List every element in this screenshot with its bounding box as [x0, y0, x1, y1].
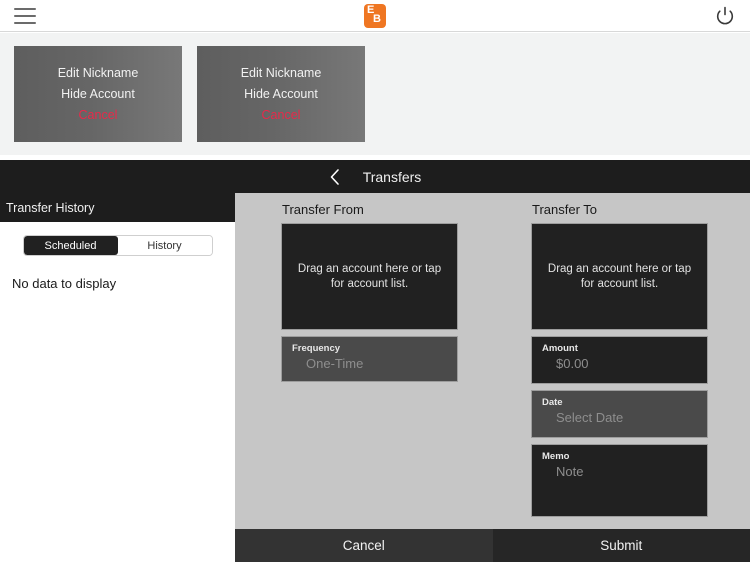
memo-label: Memo	[542, 451, 570, 462]
tab-scheduled[interactable]: Scheduled	[23, 236, 118, 255]
empty-state-message: No data to display	[12, 276, 117, 291]
hamburger-line	[14, 14, 36, 17]
cancel-option[interactable]: Cancel	[79, 108, 118, 122]
cancel-option[interactable]: Cancel	[262, 108, 301, 122]
transfer-from-dropzone-text: Drag an account here or tap for account …	[297, 262, 442, 290]
form-action-bar: Cancel Submit	[235, 529, 750, 562]
edit-nickname-option[interactable]: Edit Nickname	[58, 66, 139, 80]
cancel-button[interactable]: Cancel	[235, 529, 493, 562]
transfer-history-sidebar: Transfer History Scheduled History No da…	[0, 193, 235, 562]
tab-history[interactable]: History	[117, 236, 212, 255]
amount-label: Amount	[542, 343, 578, 354]
sidebar-header: Transfer History	[0, 193, 235, 222]
transfers-nav-bar: Transfers	[0, 160, 750, 193]
transfer-to-column: Transfer To Drag an account here or tap …	[531, 193, 750, 517]
edit-nickname-option[interactable]: Edit Nickname	[241, 66, 322, 80]
transfer-to-dropzone-text: Drag an account here or tap for account …	[547, 262, 692, 290]
amount-field[interactable]: Amount $0.00	[531, 336, 708, 384]
transfer-to-dropzone[interactable]: Drag an account here or tap for account …	[531, 223, 708, 330]
page-title: Transfers	[362, 168, 422, 185]
top-app-bar: E B	[0, 0, 750, 32]
transfer-from-dropzone[interactable]: Drag an account here or tap for account …	[281, 223, 458, 330]
account-card[interactable]: Edit Nickname Hide Account Cancel	[14, 46, 182, 142]
frequency-value: One-Time	[306, 356, 364, 371]
power-icon[interactable]	[714, 5, 736, 27]
transfer-from-column: Transfer From Drag an account here or ta…	[281, 193, 511, 382]
hamburger-line	[14, 21, 36, 24]
memo-field[interactable]: Memo Note	[531, 444, 708, 517]
account-cards-strip: Edit Nickname Hide Account Cancel Edit N…	[0, 33, 750, 155]
date-label: Date	[542, 397, 563, 408]
amount-value: $0.00	[556, 356, 589, 371]
frequency-label: Frequency	[292, 343, 341, 354]
hamburger-menu-icon[interactable]	[14, 7, 36, 24]
transfer-to-title: Transfer To	[532, 202, 598, 217]
logo-letter-b: B	[373, 12, 381, 25]
date-value: Select Date	[556, 410, 624, 425]
transfer-from-title: Transfer From	[282, 202, 364, 217]
memo-value: Note	[556, 464, 584, 479]
submit-button[interactable]: Submit	[492, 529, 750, 562]
app-logo[interactable]: E B	[364, 3, 386, 28]
hide-account-option[interactable]: Hide Account	[61, 87, 135, 101]
account-card[interactable]: Edit Nickname Hide Account Cancel	[197, 46, 365, 142]
hide-account-option[interactable]: Hide Account	[244, 87, 318, 101]
sidebar-title: Transfer History	[6, 200, 95, 215]
back-chevron-icon[interactable]	[329, 168, 341, 186]
transfer-form-panel: Transfer From Drag an account here or ta…	[235, 193, 750, 529]
history-segmented-control[interactable]: Scheduled History	[22, 235, 213, 256]
frequency-field[interactable]: Frequency One-Time	[281, 336, 458, 382]
hamburger-line	[14, 7, 36, 10]
date-field[interactable]: Date Select Date	[531, 390, 708, 438]
